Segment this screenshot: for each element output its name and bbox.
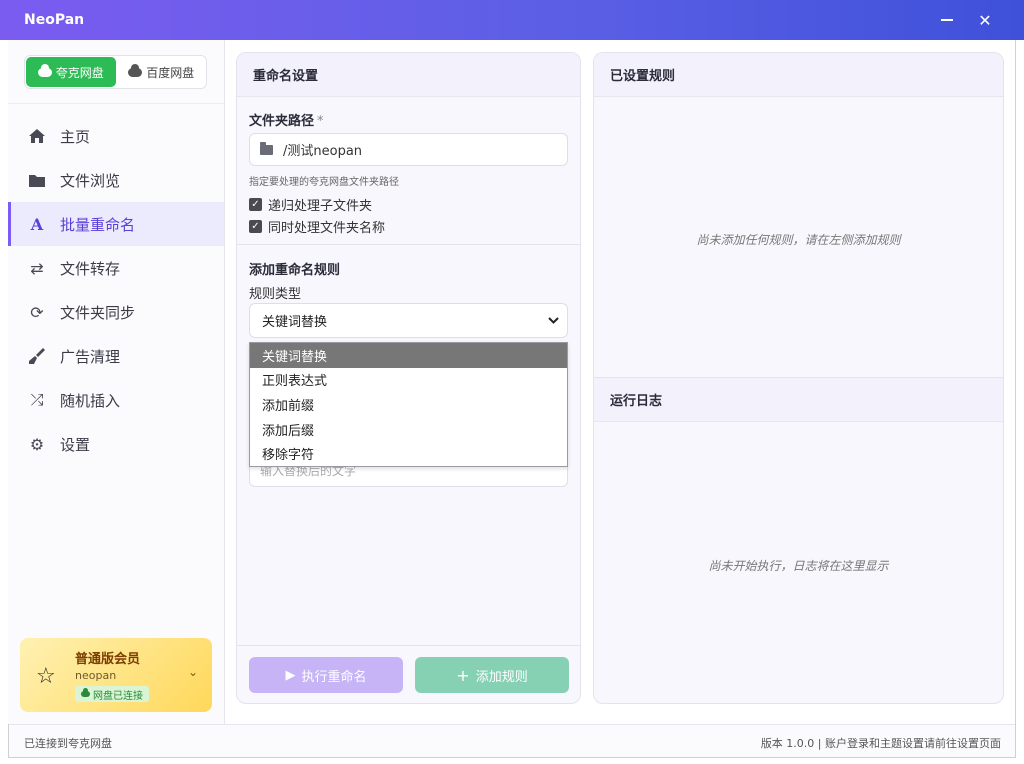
folder-icon	[28, 171, 46, 189]
rule-type-value: 关键词替换	[262, 315, 328, 330]
folder-path-input[interactable]: /测试neopan	[249, 133, 568, 166]
run-rename-button[interactable]: ▶ 执行重命名	[249, 657, 403, 693]
folder-path-label-text: 文件夹路径	[249, 114, 315, 129]
section-divider	[237, 244, 580, 245]
folder-path-hint: 指定要处理的夸克网盘文件夹路径	[249, 177, 399, 188]
minimize-icon	[941, 19, 953, 21]
sidebar-item-folder-sync[interactable]: ⟳ 文件夹同步	[8, 290, 224, 334]
sidebar-item-transfer[interactable]: ⇄ 文件转存	[8, 246, 224, 290]
panel-header: 重命名设置	[237, 53, 580, 97]
sidebar-item-batch-rename[interactable]: A 批量重命名	[8, 202, 224, 246]
sidebar-item-home[interactable]: 主页	[8, 114, 224, 158]
drive-tab-quark[interactable]: 夸克网盘	[26, 57, 116, 87]
drive-switch: 夸克网盘 百度网盘	[24, 55, 207, 89]
rule-type-dropdown: 关键词替换 正则表达式 添加前缀 添加后缀 移除字符	[249, 342, 568, 467]
drive-tab-label: 百度网盘	[146, 65, 195, 80]
status-bar: 已连接到夸克网盘 版本 1.0.0 | 账户登录和主题设置请前往设置页面	[9, 724, 1015, 757]
chevron-down-icon[interactable]: ⌄	[188, 665, 198, 679]
home-icon	[28, 127, 46, 145]
drive-tab-label: 夸克网盘	[55, 65, 104, 80]
sidebar-divider	[8, 103, 224, 104]
title-bar: NeoPan ✕	[0, 0, 1024, 40]
version-info: 版本 1.0.0 | 账户登录和主题设置请前往设置页面	[760, 737, 1001, 750]
checkbox-checked-icon[interactable]: ✓	[249, 220, 262, 233]
add-rule-button[interactable]: + 添加规则	[415, 657, 569, 693]
sidebar-item-settings[interactable]: ⚙ 设置	[8, 422, 224, 466]
required-mark: *	[317, 114, 324, 129]
rule-type-label: 规则类型	[249, 287, 302, 302]
folder-path-label: 文件夹路径 *	[249, 110, 324, 129]
checkbox-checked-icon[interactable]: ✓	[249, 198, 262, 211]
shuffle-icon: ⤮	[30, 390, 44, 409]
sidebar-item-label: 文件夹同步	[60, 303, 136, 322]
sidebar-item-label: 主页	[60, 127, 91, 146]
dropdown-option-keyword[interactable]: 关键词替换	[250, 343, 567, 368]
rename-settings-panel: 重命名设置 文件夹路径 * /测试neopan 指定要处理的夸克网盘文件夹路径 ✓…	[236, 52, 581, 704]
minimize-button[interactable]	[933, 6, 961, 34]
plus-icon: +	[456, 665, 470, 685]
rule-type-select[interactable]: 关键词替换	[249, 303, 568, 338]
app-title: NeoPan	[24, 12, 85, 28]
sidebar-item-label: 设置	[60, 435, 91, 454]
sidebar-nav: 主页 文件浏览 A 批量重命名 ⇄ 文件转存 ⟳ 文件夹同步 广告清理 ⤮ 随机…	[8, 114, 224, 466]
cloud-icon	[81, 688, 90, 697]
member-username: neopan	[75, 669, 117, 682]
drive-tab-baidu[interactable]: 百度网盘	[117, 56, 207, 88]
connection-status: 已连接到夸克网盘	[24, 737, 112, 750]
connection-badge: 网盘已连接	[75, 686, 149, 702]
sidebar-item-label: 广告清理	[60, 347, 121, 366]
sidebar-item-file-browse[interactable]: 文件浏览	[8, 158, 224, 202]
add-rule-title: 添加重命名规则	[249, 263, 341, 278]
member-card[interactable]: ☆ 普通版会员 neopan 网盘已连接 ⌄	[20, 638, 212, 712]
run-rename-label: 执行重命名	[301, 669, 367, 685]
panel-header: 已设置规则	[594, 53, 1003, 97]
cloud-icon	[128, 63, 143, 77]
dropdown-option-prefix[interactable]: 添加前缀	[250, 392, 567, 417]
rename-icon: A	[30, 214, 44, 234]
chevron-down-icon	[548, 313, 559, 327]
recursive-checkbox[interactable]: ✓ 递归处理子文件夹	[249, 195, 372, 214]
connection-badge-label: 网盘已连接	[93, 690, 143, 702]
sidebar-item-ad-clean[interactable]: 广告清理	[8, 334, 224, 378]
sidebar: 夸克网盘 百度网盘 主页 文件浏览 A 批量重命名 ⇄ 文件转存 ⟳ 文件夹同步…	[8, 40, 225, 724]
log-panel: 运行日志 尚未开始执行，日志将在这里显示	[593, 377, 1004, 704]
gear-icon: ⚙	[29, 434, 45, 454]
dropdown-option-regex[interactable]: 正则表达式	[250, 368, 567, 393]
star-icon: ☆	[36, 664, 56, 689]
member-title: 普通版会员	[75, 652, 141, 667]
add-rule-label: 添加规则	[475, 669, 528, 685]
footer-divider	[237, 645, 580, 646]
play-icon: ▶	[285, 667, 296, 683]
sidebar-item-label: 文件浏览	[60, 171, 121, 190]
sync-icon: ⟳	[30, 302, 44, 322]
include-folders-label: 同时处理文件夹名称	[268, 221, 386, 236]
broom-icon	[28, 347, 46, 365]
transfer-icon: ⇄	[30, 258, 44, 278]
close-icon: ✕	[978, 10, 992, 30]
sidebar-item-random-insert[interactable]: ⤮ 随机插入	[8, 378, 224, 422]
include-folders-checkbox[interactable]: ✓ 同时处理文件夹名称	[249, 217, 385, 236]
dropdown-option-remove-chars[interactable]: 移除字符	[250, 441, 567, 466]
rules-panel: 已设置规则 尚未添加任何规则，请在左侧添加规则	[593, 52, 1004, 380]
folder-path-value: /测试neopan	[283, 144, 363, 159]
sidebar-item-label: 文件转存	[60, 259, 121, 278]
panel-header: 运行日志	[594, 378, 1003, 422]
dropdown-option-suffix[interactable]: 添加后缀	[250, 417, 567, 442]
cloud-icon	[37, 63, 52, 77]
recursive-label: 递归处理子文件夹	[268, 199, 373, 214]
close-button[interactable]: ✕	[971, 6, 999, 34]
sidebar-item-label: 随机插入	[60, 391, 121, 410]
log-empty-message: 尚未开始执行，日志将在这里显示	[708, 559, 889, 573]
rules-empty-message: 尚未添加任何规则，请在左侧添加规则	[696, 233, 901, 247]
folder-icon	[260, 141, 273, 155]
sidebar-item-label: 批量重命名	[60, 215, 136, 234]
